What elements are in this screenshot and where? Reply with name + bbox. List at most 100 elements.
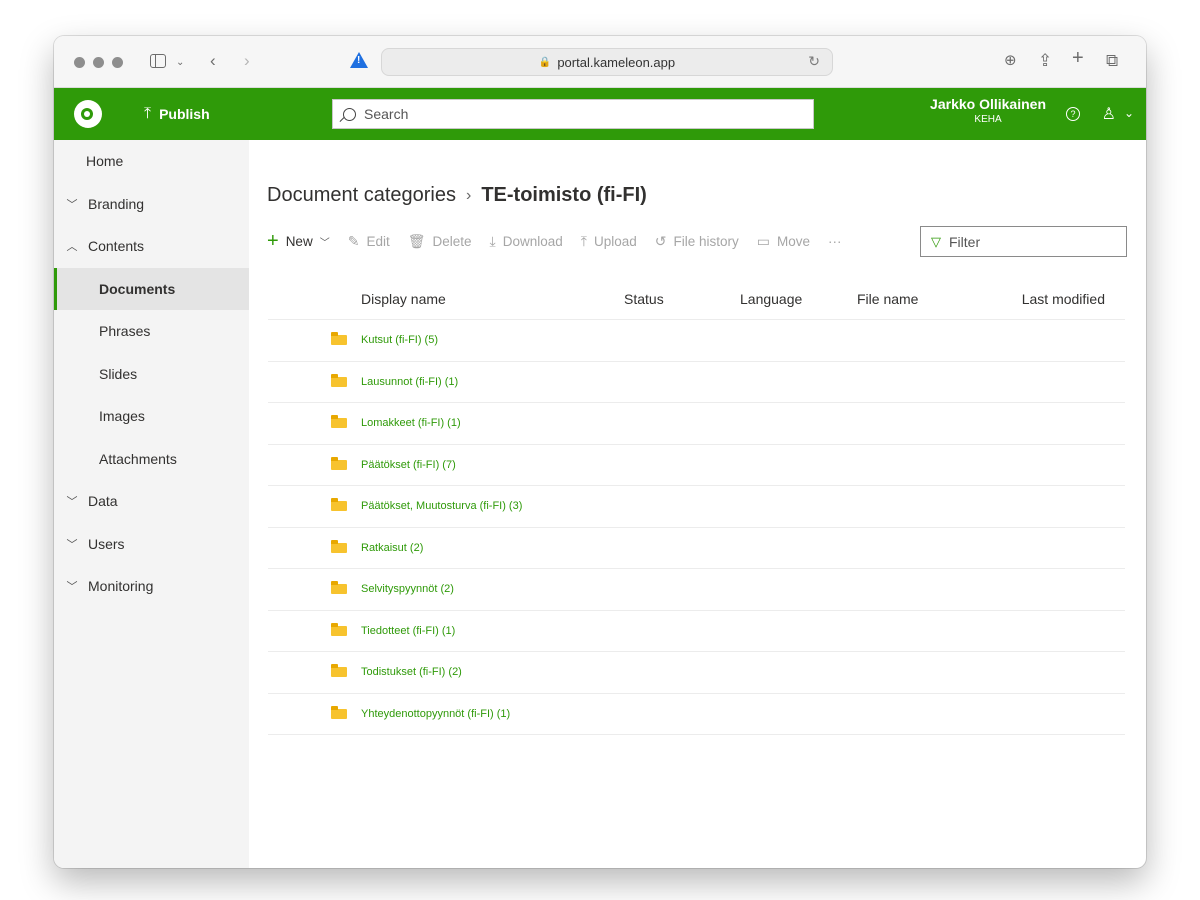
column-header-last-modified[interactable]: Last modified [957, 291, 1125, 307]
share-icon[interactable]: ⇪ [1038, 50, 1052, 72]
table-row[interactable]: Yhteydenottopyynnöt (fi-FI) (1) [268, 694, 1125, 735]
folder-cell [268, 415, 361, 429]
address-bar[interactable]: 🔒 portal.kameleon.app ↻ [381, 48, 833, 76]
new-tab-icon[interactable]: + [1072, 47, 1084, 69]
folder-icon [331, 498, 347, 512]
zoom-window-button[interactable] [112, 57, 123, 68]
folder-cell [268, 705, 361, 719]
sidebar-toggle-icon[interactable] [150, 54, 166, 68]
nav-label: Phrases [99, 323, 151, 340]
person-icon[interactable]: ♙ [1102, 104, 1116, 124]
nav-group-data[interactable]: ﹀ Data [54, 480, 249, 523]
nav-label: Slides [99, 365, 138, 382]
delete-label: Delete [432, 233, 472, 249]
warning-icon[interactable] [350, 52, 368, 68]
folder-cell [268, 498, 361, 512]
table-row[interactable]: Ratkaisut (2) [268, 528, 1125, 569]
help-icon[interactable]: ? [1066, 107, 1080, 121]
table-row[interactable]: Lausunnot (fi-FI) (1) [268, 362, 1125, 403]
folder-cell [268, 539, 361, 553]
publish-label: Publish [159, 106, 210, 122]
breadcrumb-parent[interactable]: Document categories [267, 184, 456, 207]
nav-item-phrases[interactable]: Phrases [54, 310, 249, 353]
nav-label: Home [86, 153, 124, 170]
search-input[interactable]: Search [364, 106, 408, 122]
folder-link[interactable]: Kutsut (fi-FI) (5) [361, 334, 624, 346]
move-label: Move [776, 233, 810, 249]
download-icon[interactable]: ⊕ [1004, 50, 1017, 72]
content-area: Document categories › TE-toimisto (fi-FI… [249, 140, 1146, 868]
nav-item-home[interactable]: Home [54, 140, 249, 183]
more-button[interactable]: ··· [828, 234, 842, 249]
filter-input[interactable]: Filter [949, 234, 980, 250]
edit-label: Edit [366, 233, 390, 249]
nav-item-images[interactable]: Images [54, 395, 249, 438]
forward-icon[interactable]: › [244, 50, 250, 72]
folder-link[interactable]: Lomakkeet (fi-FI) (1) [361, 417, 624, 429]
filter-icon: ▽ [931, 233, 941, 249]
folder-icon [331, 373, 347, 387]
folder-cell [268, 456, 361, 470]
folder-icon [331, 664, 347, 678]
nav-label: Images [99, 408, 145, 425]
download-button[interactable]: ⤓ Download [490, 233, 563, 250]
nav-label: Users [88, 535, 125, 552]
column-header-display-name[interactable]: Display name [361, 291, 624, 307]
table-row[interactable]: Päätökset, Muutosturva (fi-FI) (3) [268, 486, 1125, 528]
window-controls [74, 57, 123, 68]
table-row[interactable]: Selvityspyynnöt (2) [268, 569, 1125, 611]
table-row[interactable]: Päätökset (fi-FI) (7) [268, 445, 1125, 486]
table-row[interactable]: Kutsut (fi-FI) (5) [268, 320, 1125, 362]
folder-link[interactable]: Ratkaisut (2) [361, 542, 624, 554]
nav-label: Branding [88, 195, 145, 212]
tab-overview-icon[interactable]: ⧉ [1106, 50, 1118, 72]
folder-cell [268, 664, 361, 678]
table-header: Display name Status Language File name L… [268, 278, 1125, 320]
folder-link[interactable]: Päätökset (fi-FI) (7) [361, 459, 624, 471]
nav-group-contents[interactable]: ︿ Contents [54, 225, 249, 268]
table-row[interactable]: Tiedotteet (fi-FI) (1) [268, 611, 1125, 652]
nav-group-branding[interactable]: ﹀ Branding [54, 183, 249, 226]
column-header-file-name[interactable]: File name [857, 291, 957, 307]
move-button[interactable]: ▭ Move [757, 233, 810, 250]
delete-button[interactable]: 🗑 Delete [408, 233, 472, 250]
folder-link[interactable]: Todistukset (fi-FI) (2) [361, 666, 624, 678]
chevron-right-icon: › [465, 186, 472, 204]
publish-button[interactable]: ⤒ Publish [144, 88, 210, 140]
back-icon[interactable]: ‹ [210, 50, 216, 72]
folder-link[interactable]: Päätökset, Muutosturva (fi-FI) (3) [361, 500, 624, 512]
upload-button[interactable]: ⤒ Upload [581, 233, 637, 250]
file-history-button[interactable]: ↺ File history [655, 233, 739, 250]
column-header-language[interactable]: Language [740, 291, 857, 307]
close-window-button[interactable] [74, 57, 85, 68]
nav-item-documents[interactable]: Documents [54, 267, 249, 310]
chevron-down-icon: ﹀ [66, 496, 78, 509]
folder-icon [331, 622, 347, 636]
folder-link[interactable]: Lausunnot (fi-FI) (1) [361, 376, 624, 388]
reload-icon[interactable]: ↻ [808, 53, 820, 70]
chevron-down-icon[interactable]: ⌄ [1124, 106, 1134, 120]
nav-group-monitoring[interactable]: ﹀ Monitoring [54, 565, 249, 608]
folder-icon [331, 415, 347, 429]
folder-cell [268, 622, 361, 636]
folder-link[interactable]: Tiedotteet (fi-FI) (1) [361, 625, 624, 637]
move-icon: ▭ [756, 232, 770, 249]
minimize-window-button[interactable] [93, 57, 104, 68]
folder-link[interactable]: Selvityspyynnöt (2) [361, 583, 624, 595]
nav-item-attachments[interactable]: Attachments [54, 438, 249, 481]
edit-button[interactable]: ✎ Edit [348, 233, 390, 250]
nav-group-users[interactable]: ﹀ Users [54, 523, 249, 566]
nav-label: Contents [88, 238, 145, 255]
nav-item-slides[interactable]: Slides [54, 353, 249, 396]
more-icon: ··· [828, 233, 842, 249]
filter-box[interactable]: ▽ Filter [920, 226, 1127, 257]
column-header-status[interactable]: Status [624, 291, 740, 307]
table-row[interactable]: Lomakkeet (fi-FI) (1) [268, 403, 1125, 445]
table-row[interactable]: Todistukset (fi-FI) (2) [268, 652, 1125, 694]
kameleon-logo-icon[interactable] [74, 100, 102, 128]
chevron-down-icon[interactable]: ⌄ [176, 52, 184, 74]
folder-link[interactable]: Yhteydenottopyynnöt (fi-FI) (1) [361, 708, 624, 720]
user-info[interactable]: Jarkko Ollikainen KEHA [930, 96, 1046, 125]
search-box[interactable]: Search [332, 99, 814, 129]
new-button[interactable]: + New ﹀ [267, 230, 330, 253]
